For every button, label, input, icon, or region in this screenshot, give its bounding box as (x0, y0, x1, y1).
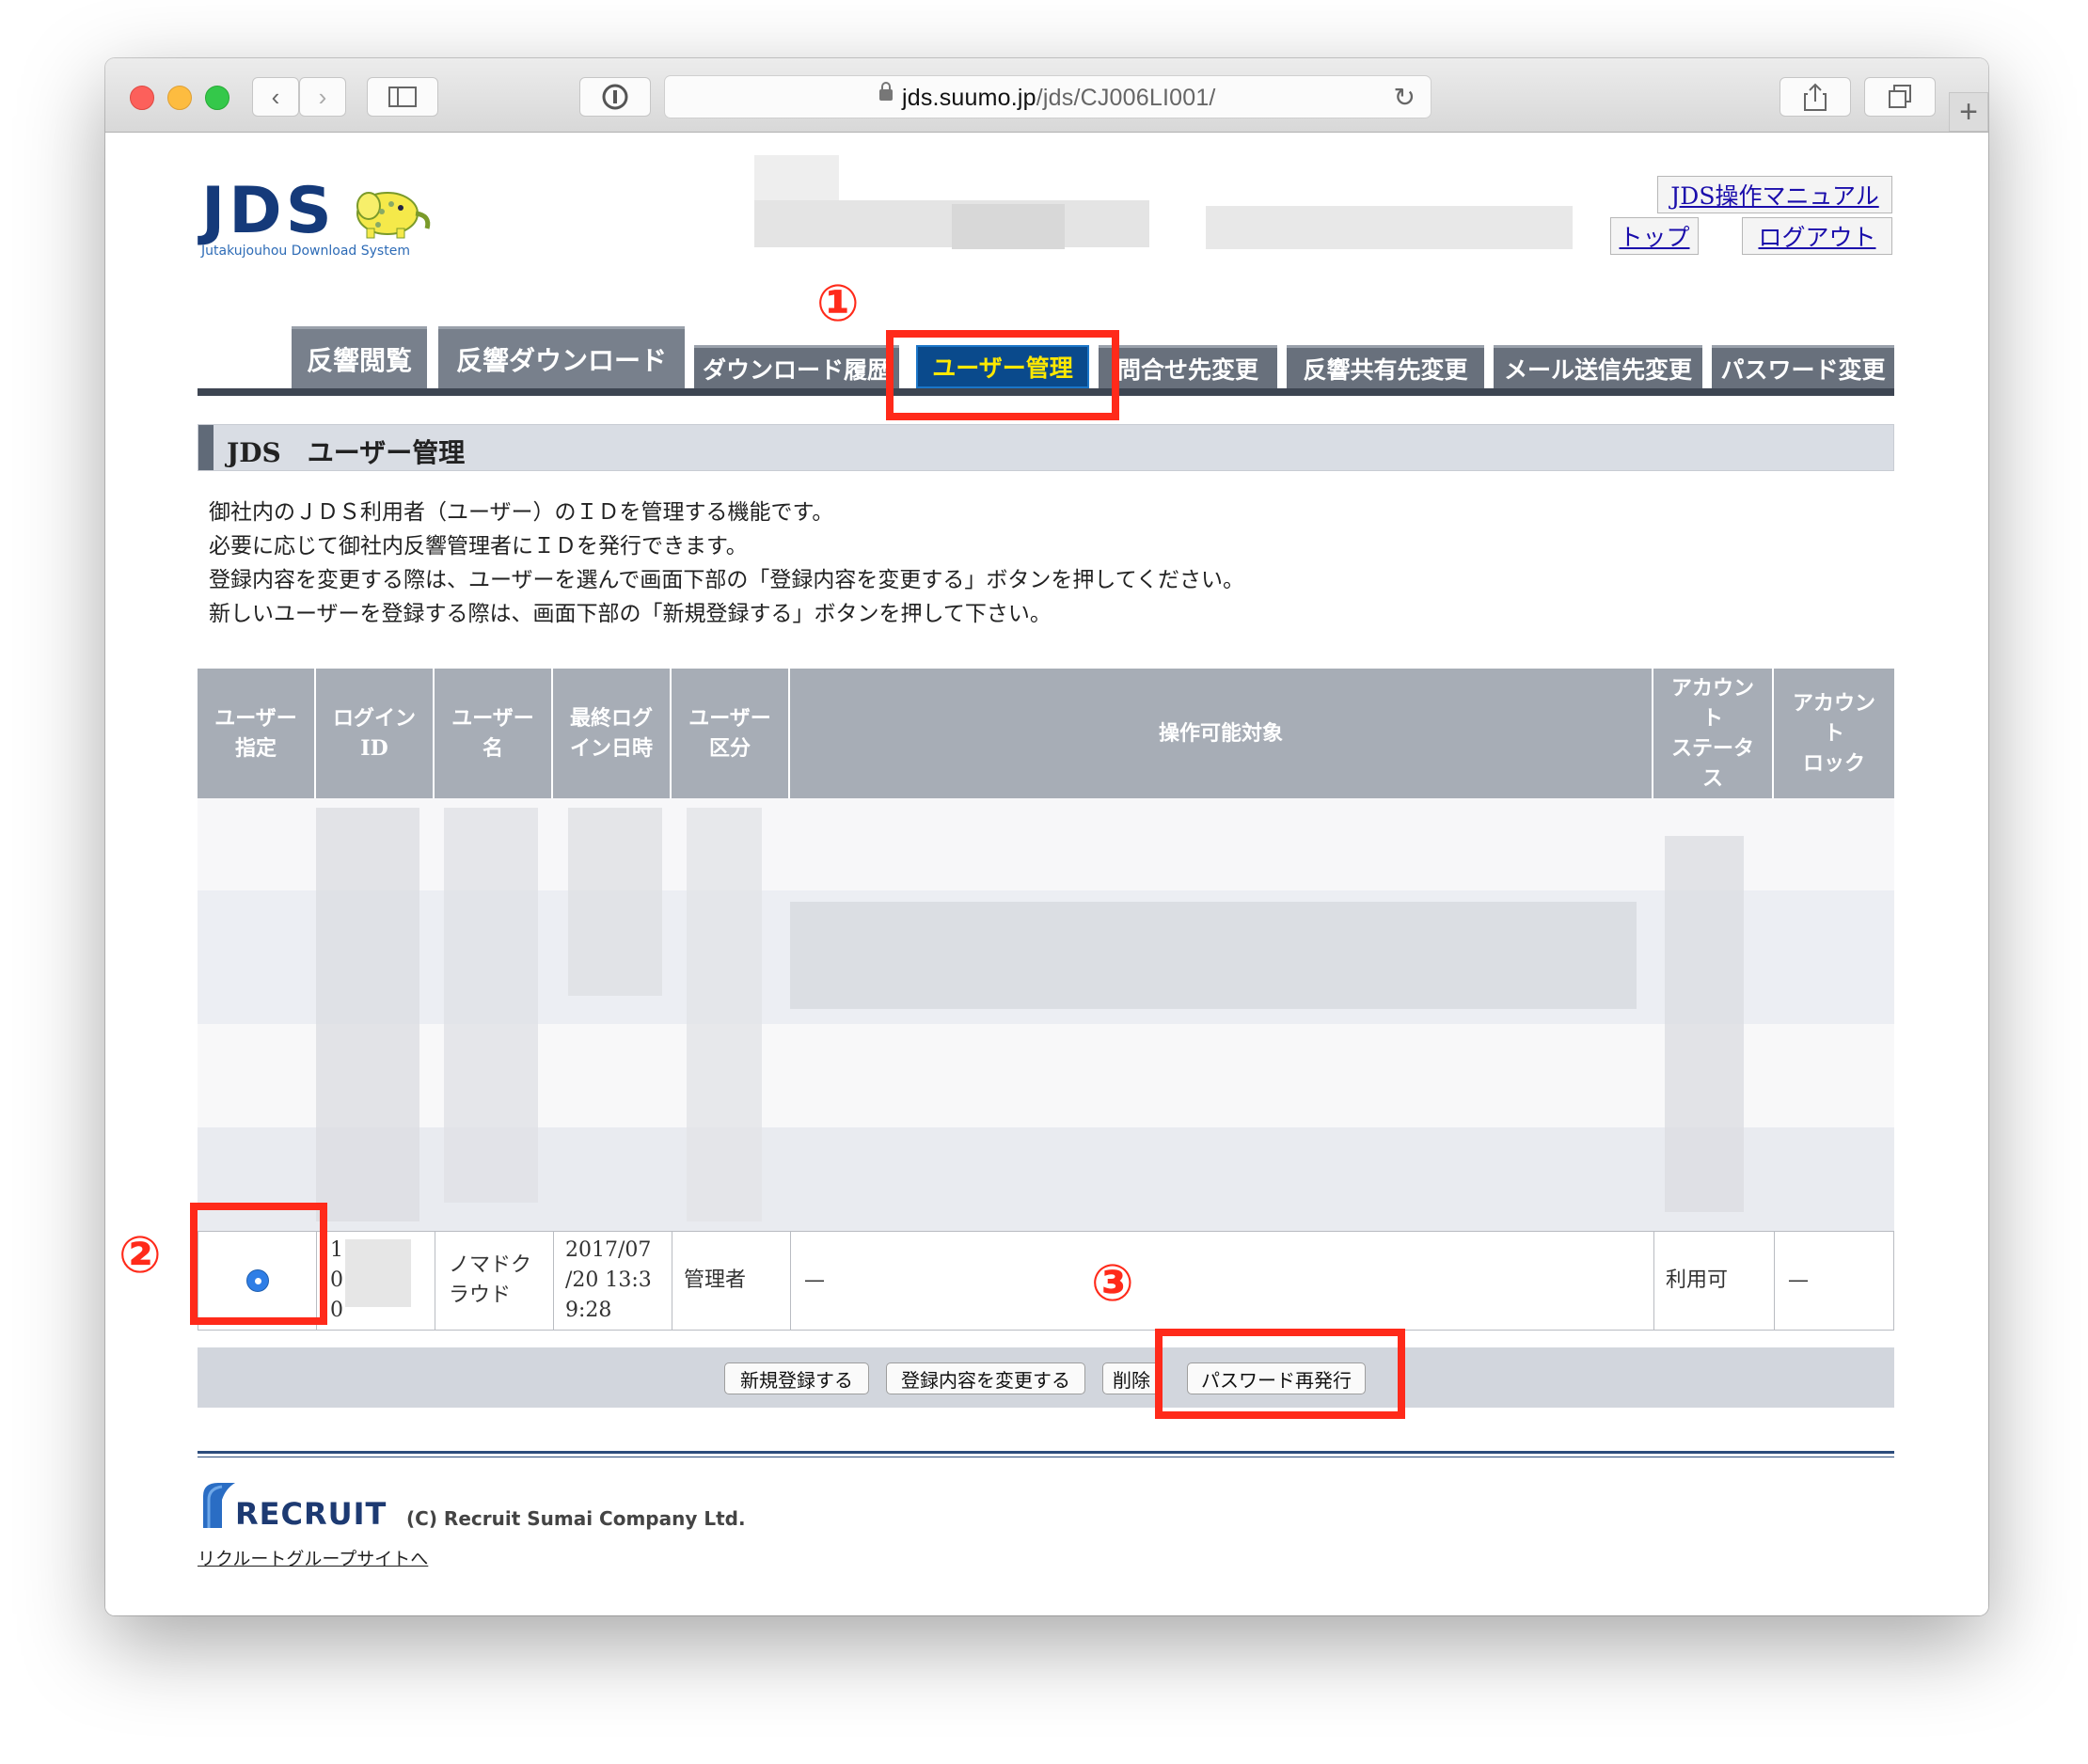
reload-icon[interactable]: ↻ (1394, 82, 1416, 113)
annotation-step2: ② (119, 1225, 162, 1284)
tab-download-history[interactable]: ダウンロード履歴 (694, 345, 899, 388)
share-icon[interactable] (1780, 77, 1851, 117)
description-line: 御社内のＪＤＳ利用者（ユーザー）のＩＤを管理する機能です。 (209, 500, 834, 525)
section-title: JDS ユーザー管理 (198, 424, 1894, 471)
maximize-window-icon[interactable] (205, 86, 229, 110)
footer-divider (198, 1451, 1894, 1454)
column-header: ユーザー 区分 (672, 669, 790, 798)
new-tab-icon[interactable]: + (1949, 92, 1988, 132)
column-header: 操作可能対象 (790, 669, 1653, 798)
table-row[interactable]: 1 0 0 ノマドク ラウド 2017/07 /20 13:3 9:28 管理者… (198, 1231, 1894, 1331)
close-window-icon[interactable] (130, 86, 154, 110)
blurred-table-rows (198, 798, 1894, 1231)
highlight-box-step3 (1155, 1329, 1405, 1419)
url-host: jds.suumo.jp (902, 85, 1036, 111)
section-title-text: JDS ユーザー管理 (227, 437, 466, 468)
tab-share-change[interactable]: 反響共有先変更 (1287, 345, 1484, 388)
lock-cell: — (1788, 1268, 1809, 1292)
targets-cell: — (791, 1232, 1654, 1330)
jds-logo: JDS Jutakujouhou Download System (201, 178, 431, 259)
tab-password-change[interactable]: パスワード変更 (1712, 345, 1894, 388)
column-header: ユーザー 名 (435, 669, 553, 798)
edit-register-button[interactable]: 登録内容を変更する (886, 1362, 1085, 1394)
user-name-cell: ノマドク ラウド (435, 1232, 554, 1330)
description-line: 新しいユーザーを登録する際は、画面下部の「新規登録する」ボタンを押して下さい。 (209, 602, 1052, 626)
manual-link[interactable]: JDS操作マニュアル (1657, 176, 1892, 213)
elephant-mascot-icon (356, 192, 431, 239)
column-header: アカウン ト ステータ ス (1653, 669, 1774, 798)
column-header: アカウン ト ロック (1792, 691, 1875, 776)
back-icon[interactable]: ‹ (252, 77, 299, 117)
tab-contact-change[interactable]: 問合せ先変更 (1099, 345, 1277, 388)
privacy-report-icon[interactable] (579, 77, 651, 117)
highlight-box-step1 (886, 330, 1119, 420)
logout-link[interactable]: ログアウト (1742, 217, 1892, 255)
tab-response-view[interactable]: 反響閲覧 (292, 326, 427, 388)
status-cell: 利用可 (1654, 1232, 1775, 1330)
minimize-window-icon[interactable] (167, 86, 192, 110)
user-type-cell: 管理者 (672, 1232, 791, 1330)
forward-icon[interactable]: › (299, 77, 346, 117)
description-line: 登録内容を変更する際は、ユーザーを選んで画面下部の「登録内容を変更する」ボタンを… (209, 568, 1245, 592)
browser-window: ‹ › jds.suumo.jp/jds/CJ006LI001/ ↻ + JDS… (105, 58, 1988, 1615)
description: 御社内のＪＤＳ利用者（ユーザー）のＩＤを管理する機能です。 必要に応じて御社内反… (209, 496, 1244, 631)
last-login-cell: 2017/07 /20 13:3 9:28 (554, 1232, 672, 1330)
page-content: JDS Jutakujouhou Download System JDS操作マニ… (105, 133, 1988, 1615)
column-header: 最終ログ イン日時 (553, 669, 672, 798)
recruit-logo-text: RECRUIT (235, 1496, 388, 1532)
user-table-header: ユーザー 指定 ログイン ID ユーザー 名 最終ログ イン日時 ユーザー 区分… (198, 669, 1894, 798)
copyright-text: (C) Recruit Sumai Company Ltd. (406, 1507, 746, 1530)
new-register-button[interactable]: 新規登録する (724, 1362, 869, 1394)
tab-response-download[interactable]: 反響ダウンロード (438, 326, 685, 388)
column-header: ユーザー 指定 (198, 669, 316, 798)
lock-icon (879, 82, 893, 101)
address-bar[interactable]: jds.suumo.jp/jds/CJ006LI001/ ↻ (664, 75, 1432, 118)
recruit-group-link[interactable]: リクルートグループサイトへ (198, 1545, 428, 1570)
url-path: /jds/CJ006LI001/ (1036, 85, 1216, 111)
login-id-cell: 1 0 0 (317, 1232, 435, 1330)
column-header: ログイン ID (316, 669, 435, 798)
top-link[interactable]: トップ (1610, 217, 1699, 255)
logo-tagline: Jutakujouhou Download System (201, 244, 410, 259)
description-line: 必要に応じて御社内反響管理者にＩＤを発行できます。 (209, 534, 748, 559)
tab-mail-change[interactable]: メール送信先変更 (1494, 345, 1702, 388)
tabs-overview-icon[interactable] (1864, 77, 1936, 117)
sidebar-icon[interactable] (367, 77, 438, 117)
highlight-box-step2 (190, 1203, 327, 1325)
annotation-step3: ③ (1091, 1253, 1134, 1313)
login-id: 1 0 0 (330, 1238, 343, 1322)
browser-toolbar: ‹ › jds.suumo.jp/jds/CJ006LI001/ ↻ + (105, 58, 1988, 133)
delete-button[interactable]: 削除 (1102, 1362, 1161, 1394)
action-bar: 新規登録する 登録内容を変更する 削除 パスワード再発行 (198, 1347, 1894, 1408)
annotation-step1: ① (816, 274, 860, 333)
